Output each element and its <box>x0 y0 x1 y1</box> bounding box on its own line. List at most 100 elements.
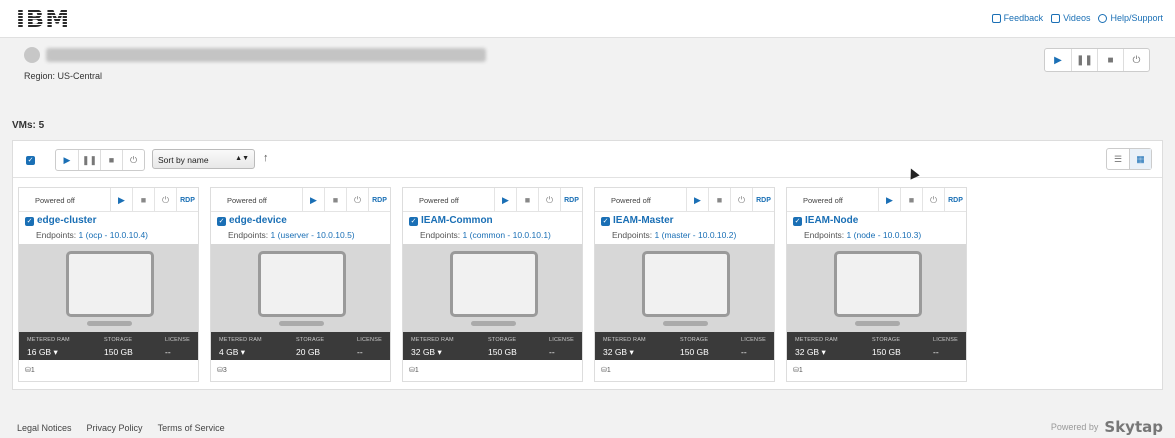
skytap-logo[interactable]: Skytap <box>1104 418 1163 436</box>
vm-ram-dropdown[interactable]: 4 GB ▾ <box>219 347 245 358</box>
vm-card: Powered off ▶ ■ ⏻ RDP ✓ IEAM-Node Endpoi… <box>786 187 967 382</box>
vm-checkbox[interactable]: ✓ <box>601 217 610 226</box>
feedback-icon <box>991 13 1001 23</box>
videos-link[interactable]: Videos <box>1051 13 1090 23</box>
help-icon <box>1098 13 1108 23</box>
vm-endpoints-link[interactable]: 1 (userver - 10.0.10.5) <box>271 230 355 240</box>
vm-ram-dropdown[interactable]: 16 GB ▾ <box>27 347 58 358</box>
vm-endpoints-link[interactable]: 1 (master - 10.0.10.2) <box>655 230 737 240</box>
vm-endpoints-link[interactable]: 1 (ocp - 10.0.10.4) <box>79 230 148 240</box>
bulk-run-button[interactable]: ▶ <box>56 150 78 170</box>
environment-icon <box>24 47 40 63</box>
vm-users[interactable]: ⛁1 <box>601 366 611 374</box>
vm-screen-thumbnail[interactable] <box>787 244 966 332</box>
vm-screen-thumbnail[interactable] <box>403 244 582 332</box>
vm-license: -- <box>165 347 171 357</box>
vm-users[interactable]: ⛁3 <box>217 366 227 374</box>
monitor-stand <box>87 321 132 326</box>
grid-view-icon[interactable]: ▦ <box>1129 149 1151 169</box>
vm-stats: METERED RAM STORAGE LICENSE 32 GB ▾ 150 … <box>787 332 966 360</box>
env-stop-button[interactable]: ■ <box>1097 49 1123 71</box>
env-power-off-button[interactable]: ⏻ <box>1123 49 1149 71</box>
feedback-link[interactable]: Feedback <box>991 13 1043 23</box>
vm-power-off-button[interactable]: ⏻ <box>346 188 368 212</box>
list-view-icon[interactable]: ☰ <box>1107 149 1129 169</box>
vm-power-off-button[interactable]: ⏻ <box>730 188 752 212</box>
vm-card-header: Powered off ▶ ■ ⏻ RDP <box>787 188 966 212</box>
vm-stop-button[interactable]: ■ <box>900 188 922 212</box>
vm-rdp-button[interactable]: RDP <box>752 188 774 212</box>
vm-name-link[interactable]: edge-device <box>229 215 287 226</box>
ibm-logo[interactable]: IBM <box>16 7 70 31</box>
vm-checkbox[interactable]: ✓ <box>217 217 226 226</box>
vm-storage: 20 GB <box>296 347 321 357</box>
vm-license: -- <box>357 347 363 357</box>
vm-rdp-button[interactable]: RDP <box>176 188 198 212</box>
region-label: Region: US-Central <box>24 71 103 81</box>
terms-of-service-link[interactable]: Terms of Service <box>158 423 225 433</box>
vm-checkbox[interactable]: ✓ <box>409 217 418 226</box>
vm-name-link[interactable]: IEAM-Master <box>613 215 674 226</box>
vm-power-off-button[interactable]: ⏻ <box>154 188 176 212</box>
env-suspend-button[interactable]: ❚❚ <box>1071 49 1097 71</box>
vm-checkbox[interactable]: ✓ <box>25 217 34 226</box>
vm-users[interactable]: ⛁1 <box>409 366 419 374</box>
vm-endpoints-link[interactable]: 1 (node - 10.0.10.3) <box>847 230 922 240</box>
vm-license: -- <box>549 347 555 357</box>
bulk-power-off-button[interactable]: ⏻ <box>122 150 144 170</box>
vm-controls: ▶ ■ ⏻ RDP <box>110 188 198 212</box>
vm-ram-dropdown[interactable]: 32 GB ▾ <box>411 347 442 358</box>
vm-power-off-button[interactable]: ⏻ <box>922 188 944 212</box>
vm-checkbox[interactable]: ✓ <box>793 217 802 226</box>
vm-card-header: Powered off ▶ ■ ⏻ RDP <box>595 188 774 212</box>
vm-stats: METERED RAM STORAGE LICENSE 4 GB ▾ 20 GB… <box>211 332 390 360</box>
monitor-icon <box>450 251 538 317</box>
vm-run-button[interactable]: ▶ <box>686 188 708 212</box>
sort-direction-button[interactable]: ↑ <box>263 152 269 164</box>
vm-storage: 150 GB <box>680 347 709 357</box>
vm-name-link[interactable]: IEAM-Common <box>421 215 493 226</box>
vm-card: Powered off ▶ ■ ⏻ RDP ✓ IEAM-Common Endp… <box>402 187 583 382</box>
vm-stop-button[interactable]: ■ <box>516 188 538 212</box>
bulk-suspend-button[interactable]: ❚❚ <box>78 150 100 170</box>
vm-run-button[interactable]: ▶ <box>110 188 132 212</box>
help-support-link[interactable]: Help/Support <box>1098 13 1163 23</box>
vm-status: Powered off <box>419 196 459 205</box>
vm-stop-button[interactable]: ■ <box>132 188 154 212</box>
vm-status: Powered off <box>227 196 267 205</box>
vm-stats: METERED RAM STORAGE LICENSE 32 GB ▾ 150 … <box>403 332 582 360</box>
vm-rdp-button[interactable]: RDP <box>944 188 966 212</box>
bulk-stop-button[interactable]: ■ <box>100 150 122 170</box>
vm-controls: ▶ ■ ⏻ RDP <box>878 188 966 212</box>
sort-select[interactable]: Sort by name ▲▼ <box>152 149 255 169</box>
vm-screen-thumbnail[interactable] <box>211 244 390 332</box>
view-toggle: ☰ ▦ <box>1106 148 1152 170</box>
monitor-icon <box>258 251 346 317</box>
vm-card-header: Powered off ▶ ■ ⏻ RDP <box>19 188 198 212</box>
vm-name-link[interactable]: edge-cluster <box>37 215 96 226</box>
vm-screen-thumbnail[interactable] <box>19 244 198 332</box>
vm-name-link[interactable]: IEAM-Node <box>805 215 858 226</box>
select-all-checkbox[interactable]: ✓ <box>26 156 35 165</box>
footer-links: Legal Notices Privacy Policy Terms of Se… <box>17 423 225 433</box>
vm-users[interactable]: ⛁1 <box>25 366 35 374</box>
vm-users[interactable]: ⛁1 <box>793 366 803 374</box>
environment-name-redacted <box>46 48 486 62</box>
vm-rdp-button[interactable]: RDP <box>560 188 582 212</box>
monitor-icon <box>642 251 730 317</box>
vm-ram-dropdown[interactable]: 32 GB ▾ <box>795 347 826 358</box>
vm-endpoints-link[interactable]: 1 (common - 10.0.10.1) <box>463 230 551 240</box>
vm-run-button[interactable]: ▶ <box>302 188 324 212</box>
vm-rdp-button[interactable]: RDP <box>368 188 390 212</box>
vm-stop-button[interactable]: ■ <box>324 188 346 212</box>
vm-ram-dropdown[interactable]: 32 GB ▾ <box>603 347 634 358</box>
vm-power-off-button[interactable]: ⏻ <box>538 188 560 212</box>
privacy-policy-link[interactable]: Privacy Policy <box>87 423 143 433</box>
legal-notices-link[interactable]: Legal Notices <box>17 423 72 433</box>
vm-run-button[interactable]: ▶ <box>878 188 900 212</box>
env-run-button[interactable]: ▶ <box>1045 49 1071 71</box>
vm-screen-thumbnail[interactable] <box>595 244 774 332</box>
vm-stop-button[interactable]: ■ <box>708 188 730 212</box>
powered-by: Powered by Skytap <box>1050 418 1163 436</box>
vm-run-button[interactable]: ▶ <box>494 188 516 212</box>
